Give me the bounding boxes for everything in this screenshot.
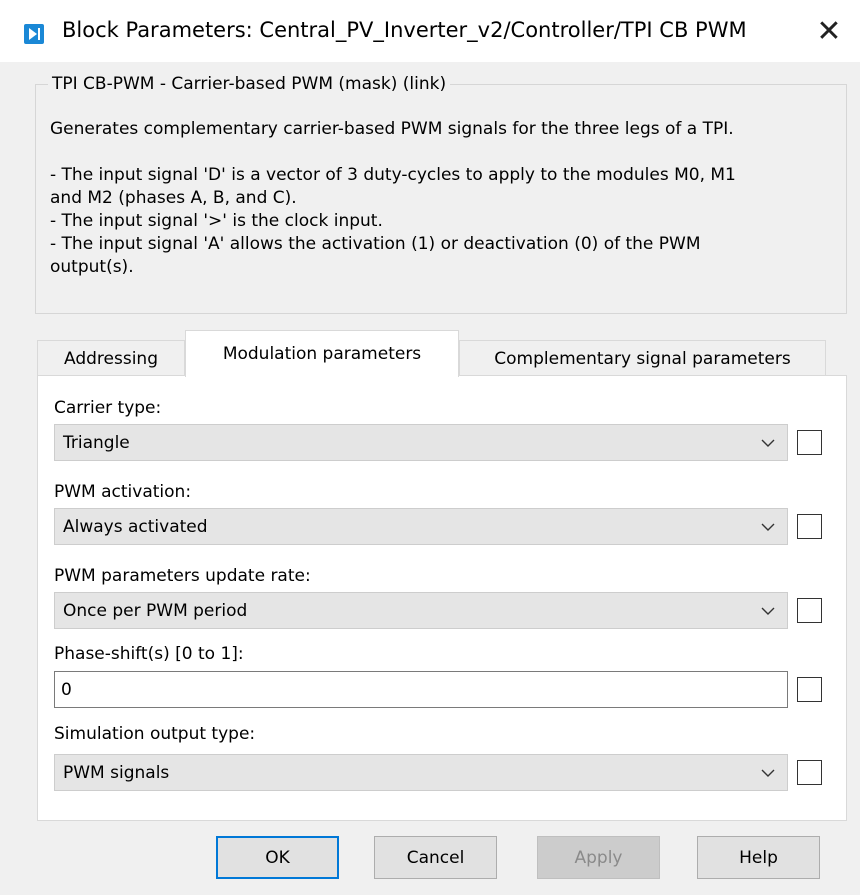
close-button[interactable]: ✕ — [798, 0, 860, 62]
update-rate-dropdown[interactable]: Once per PWM period — [54, 592, 788, 629]
update-rate-label: PWM parameters update rate: — [54, 566, 311, 586]
apply-button[interactable]: Apply — [537, 836, 660, 879]
pwm-activation-value: Always activated — [63, 516, 208, 537]
simulation-output-type-checkbox[interactable] — [797, 760, 822, 785]
simulation-output-type-label: Simulation output type: — [54, 724, 256, 744]
phase-shift-checkbox[interactable] — [797, 677, 822, 702]
ok-button[interactable]: OK — [216, 836, 339, 879]
simulation-output-type-value: PWM signals — [63, 762, 170, 783]
chevron-down-icon — [761, 769, 775, 777]
pwm-activation-checkbox[interactable] — [797, 514, 822, 539]
phase-shift-input[interactable]: 0 — [54, 671, 788, 708]
chevron-down-icon — [761, 439, 775, 447]
tab-addressing[interactable]: Addressing — [37, 340, 185, 376]
mask-group-title: TPI CB-PWM - Carrier-based PWM (mask) (l… — [48, 74, 451, 94]
close-icon: ✕ — [816, 13, 842, 49]
pwm-activation-label: PWM activation: — [54, 482, 192, 502]
chevron-down-icon — [761, 523, 775, 531]
update-rate-value: Once per PWM period — [63, 600, 248, 621]
pwm-activation-dropdown[interactable]: Always activated — [54, 508, 788, 545]
simulink-block-icon — [24, 24, 44, 44]
chevron-down-icon — [761, 607, 775, 615]
phase-shift-label: Phase-shift(s) [0 to 1]: — [54, 644, 244, 664]
carrier-type-dropdown[interactable]: Triangle — [54, 424, 788, 461]
simulation-output-type-dropdown[interactable]: PWM signals — [54, 754, 788, 791]
carrier-type-label: Carrier type: — [54, 398, 162, 418]
help-button[interactable]: Help — [697, 836, 820, 879]
window-title: Block Parameters: Central_PV_Inverter_v2… — [62, 18, 747, 42]
update-rate-checkbox[interactable] — [797, 598, 822, 623]
title-bar: Block Parameters: Central_PV_Inverter_v2… — [0, 0, 860, 62]
carrier-type-checkbox[interactable] — [797, 430, 822, 455]
tab-complementary-signal-parameters[interactable]: Complementary signal parameters — [459, 340, 826, 376]
cancel-button[interactable]: Cancel — [374, 836, 497, 879]
tab-bar: Addressing Modulation parameters Complem… — [37, 330, 847, 377]
tab-modulation-parameters[interactable]: Modulation parameters — [185, 330, 459, 377]
mask-description: Generates complementary carrier-based PW… — [50, 119, 736, 277]
phase-shift-value: 0 — [61, 679, 72, 700]
carrier-type-value: Triangle — [63, 432, 130, 453]
